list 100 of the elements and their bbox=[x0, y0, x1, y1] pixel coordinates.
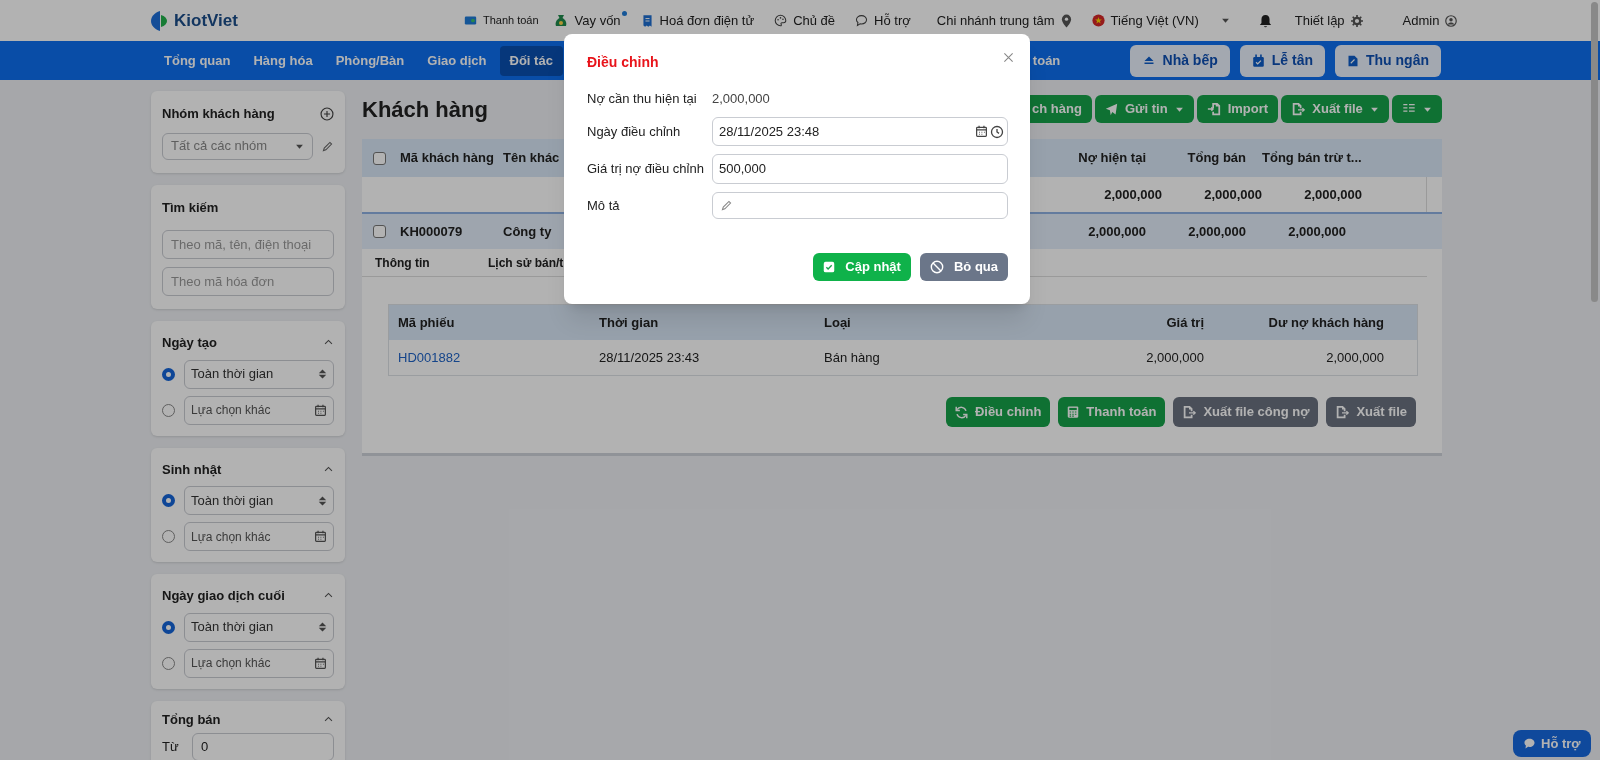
action-button[interactable]: Điều chỉnh bbox=[945, 397, 1051, 427]
export-icon bbox=[1335, 405, 1350, 419]
column-header: Tổng bán bbox=[1186, 149, 1246, 168]
date-field[interactable]: Lựa chọn khác bbox=[184, 648, 334, 678]
table-cell-text: 2,000,000 bbox=[1087, 222, 1146, 241]
calendar-icon bbox=[975, 125, 988, 138]
scrollbar[interactable] bbox=[1591, 2, 1598, 302]
nav-tab[interactable]: Đối tác bbox=[499, 45, 563, 76]
field-label: Từ bbox=[162, 738, 180, 757]
cancel-button[interactable]: Bỏ qua bbox=[919, 253, 1008, 281]
map-pin-icon bbox=[1060, 13, 1072, 28]
column-header: Tổng bán trừ t... bbox=[1262, 149, 1362, 168]
table-cell-text: 2,000,000 bbox=[1187, 222, 1246, 241]
language-selector[interactable]: Tiếng Việt (VN) bbox=[1091, 10, 1230, 31]
branch-link[interactable]: Chi nhánh trung tâm bbox=[936, 10, 1072, 31]
export-icon bbox=[1291, 102, 1306, 116]
date-time-field[interactable]: 28/11/2025 23:48 bbox=[712, 117, 1008, 146]
action-button[interactable]: Xuất file bbox=[1281, 95, 1389, 123]
header-button[interactable]: Thu ngân bbox=[1335, 44, 1441, 77]
radio-button[interactable] bbox=[162, 494, 175, 507]
header-button[interactable]: Nhà bếp bbox=[1129, 44, 1230, 77]
action-button[interactable]: Xuất file bbox=[1326, 397, 1416, 427]
radio-button[interactable] bbox=[162, 530, 175, 543]
panel-title: Nhóm khách hàng bbox=[162, 105, 275, 123]
column-header: Loại bbox=[824, 313, 852, 332]
columns-button[interactable] bbox=[1391, 95, 1442, 123]
chat-bubble-icon bbox=[855, 14, 869, 27]
table-cell-text: 28/11/2025 23:43 bbox=[599, 348, 701, 367]
dialog-title: Điều chỉnh bbox=[587, 53, 659, 72]
calendar-check-icon bbox=[1251, 53, 1265, 68]
paper-plane-icon bbox=[1104, 102, 1118, 116]
ban-icon bbox=[929, 260, 944, 274]
action-button[interactable]: Xuất file công nợ bbox=[1173, 397, 1319, 427]
close-icon bbox=[1003, 52, 1014, 63]
top-link[interactable]: Vay vốn bbox=[552, 10, 621, 31]
document-icon bbox=[1347, 53, 1359, 68]
receipt-icon bbox=[640, 13, 654, 28]
page-title: Khách hàng bbox=[362, 96, 488, 124]
table-cell-text: Công ty bbox=[503, 222, 553, 241]
top-link[interactable]: Hỗ trợ bbox=[855, 10, 911, 31]
radio-button[interactable] bbox=[162, 620, 175, 634]
action-button[interactable]: Import bbox=[1196, 95, 1279, 123]
top-link[interactable]: Thanh toán bbox=[463, 12, 539, 29]
sort-arrows-icon bbox=[318, 368, 327, 380]
top-link[interactable]: Hoá đơn điện tử bbox=[640, 10, 755, 31]
panel-title: Sinh nhật bbox=[162, 460, 222, 479]
calendar-icon bbox=[314, 530, 327, 543]
column-header: Tên khác bbox=[503, 149, 561, 168]
panel-title: Ngày tạo bbox=[162, 334, 217, 352]
settings-link[interactable]: Thiết lập bbox=[1294, 10, 1363, 31]
column-header: Mã phiếu bbox=[397, 313, 456, 332]
nav-tab[interactable]: toán bbox=[1032, 50, 1061, 71]
panel-title: Tổng bán bbox=[162, 710, 221, 729]
radio-button[interactable] bbox=[162, 367, 175, 381]
flag-icon bbox=[1091, 14, 1105, 27]
detail-tab[interactable]: Thông tin bbox=[375, 253, 488, 272]
date-select[interactable]: Toàn thời gian bbox=[184, 612, 334, 642]
nav-tab[interactable]: Phòng/Bàn bbox=[325, 45, 415, 76]
header-button[interactable]: Lễ tân bbox=[1239, 44, 1325, 77]
nav-tab[interactable]: Tổng quan bbox=[154, 45, 241, 76]
checkbox[interactable] bbox=[373, 151, 386, 165]
description-field[interactable] bbox=[712, 192, 1008, 219]
column-header: Nợ hiện tại bbox=[1077, 149, 1146, 168]
column-header: Thời gian bbox=[599, 313, 660, 332]
nav-tab[interactable]: Giao dịch bbox=[417, 45, 497, 76]
checkbox[interactable] bbox=[373, 225, 386, 238]
panel-title: Tìm kiếm bbox=[162, 198, 219, 217]
pencil-icon bbox=[321, 139, 334, 153]
date-field[interactable]: Lựa chọn khác bbox=[184, 395, 334, 425]
checkbox-check-icon bbox=[823, 261, 836, 273]
group-select[interactable]: Tất cả các nhóm bbox=[162, 132, 313, 160]
date-select[interactable]: Toàn thời gian bbox=[184, 486, 334, 515]
radio-button[interactable] bbox=[162, 403, 175, 417]
close-button[interactable] bbox=[1003, 52, 1014, 63]
radio-button[interactable] bbox=[162, 656, 175, 670]
clock-icon bbox=[990, 124, 1004, 139]
column-header: Dư nợ khách hàng bbox=[1267, 313, 1385, 332]
table-cell-text: 2,000,000 bbox=[1145, 348, 1204, 367]
caret-icon bbox=[1220, 16, 1230, 25]
input-field[interactable]: 500,000 bbox=[712, 154, 1008, 184]
calendar-icon bbox=[314, 656, 327, 670]
support-chat-button[interactable]: Hỗ trợ bbox=[1513, 730, 1591, 757]
column-header: Mã khách hàng bbox=[400, 149, 495, 168]
invoice-link[interactable]: HD001882 bbox=[389, 347, 599, 368]
update-button[interactable]: Cập nhật bbox=[813, 253, 911, 281]
search-field[interactable]: Theo mã hóa đơn bbox=[162, 267, 334, 296]
action-button[interactable]: Thanh toán bbox=[1058, 397, 1166, 427]
logo-icon bbox=[150, 10, 168, 31]
date-field[interactable]: Lựa chọn khác bbox=[184, 522, 334, 551]
import-icon bbox=[1206, 102, 1221, 116]
action-button[interactable]: ch hàng bbox=[1030, 95, 1092, 123]
user-menu[interactable]: Admin bbox=[1402, 10, 1458, 31]
search-field[interactable]: Theo mã, tên, điện thoại bbox=[162, 230, 334, 259]
date-select[interactable]: Toàn thời gian bbox=[184, 359, 334, 389]
table-cell-text: Bán hàng bbox=[824, 348, 881, 367]
detail-tab[interactable]: Lịch sử bán/t bbox=[488, 253, 564, 272]
nav-tab[interactable]: Hàng hóa bbox=[243, 45, 323, 76]
action-button[interactable]: Gửi tin bbox=[1094, 95, 1194, 123]
field-value: 2,000,000 bbox=[712, 90, 770, 108]
top-link[interactable]: Chủ đề bbox=[774, 10, 836, 31]
